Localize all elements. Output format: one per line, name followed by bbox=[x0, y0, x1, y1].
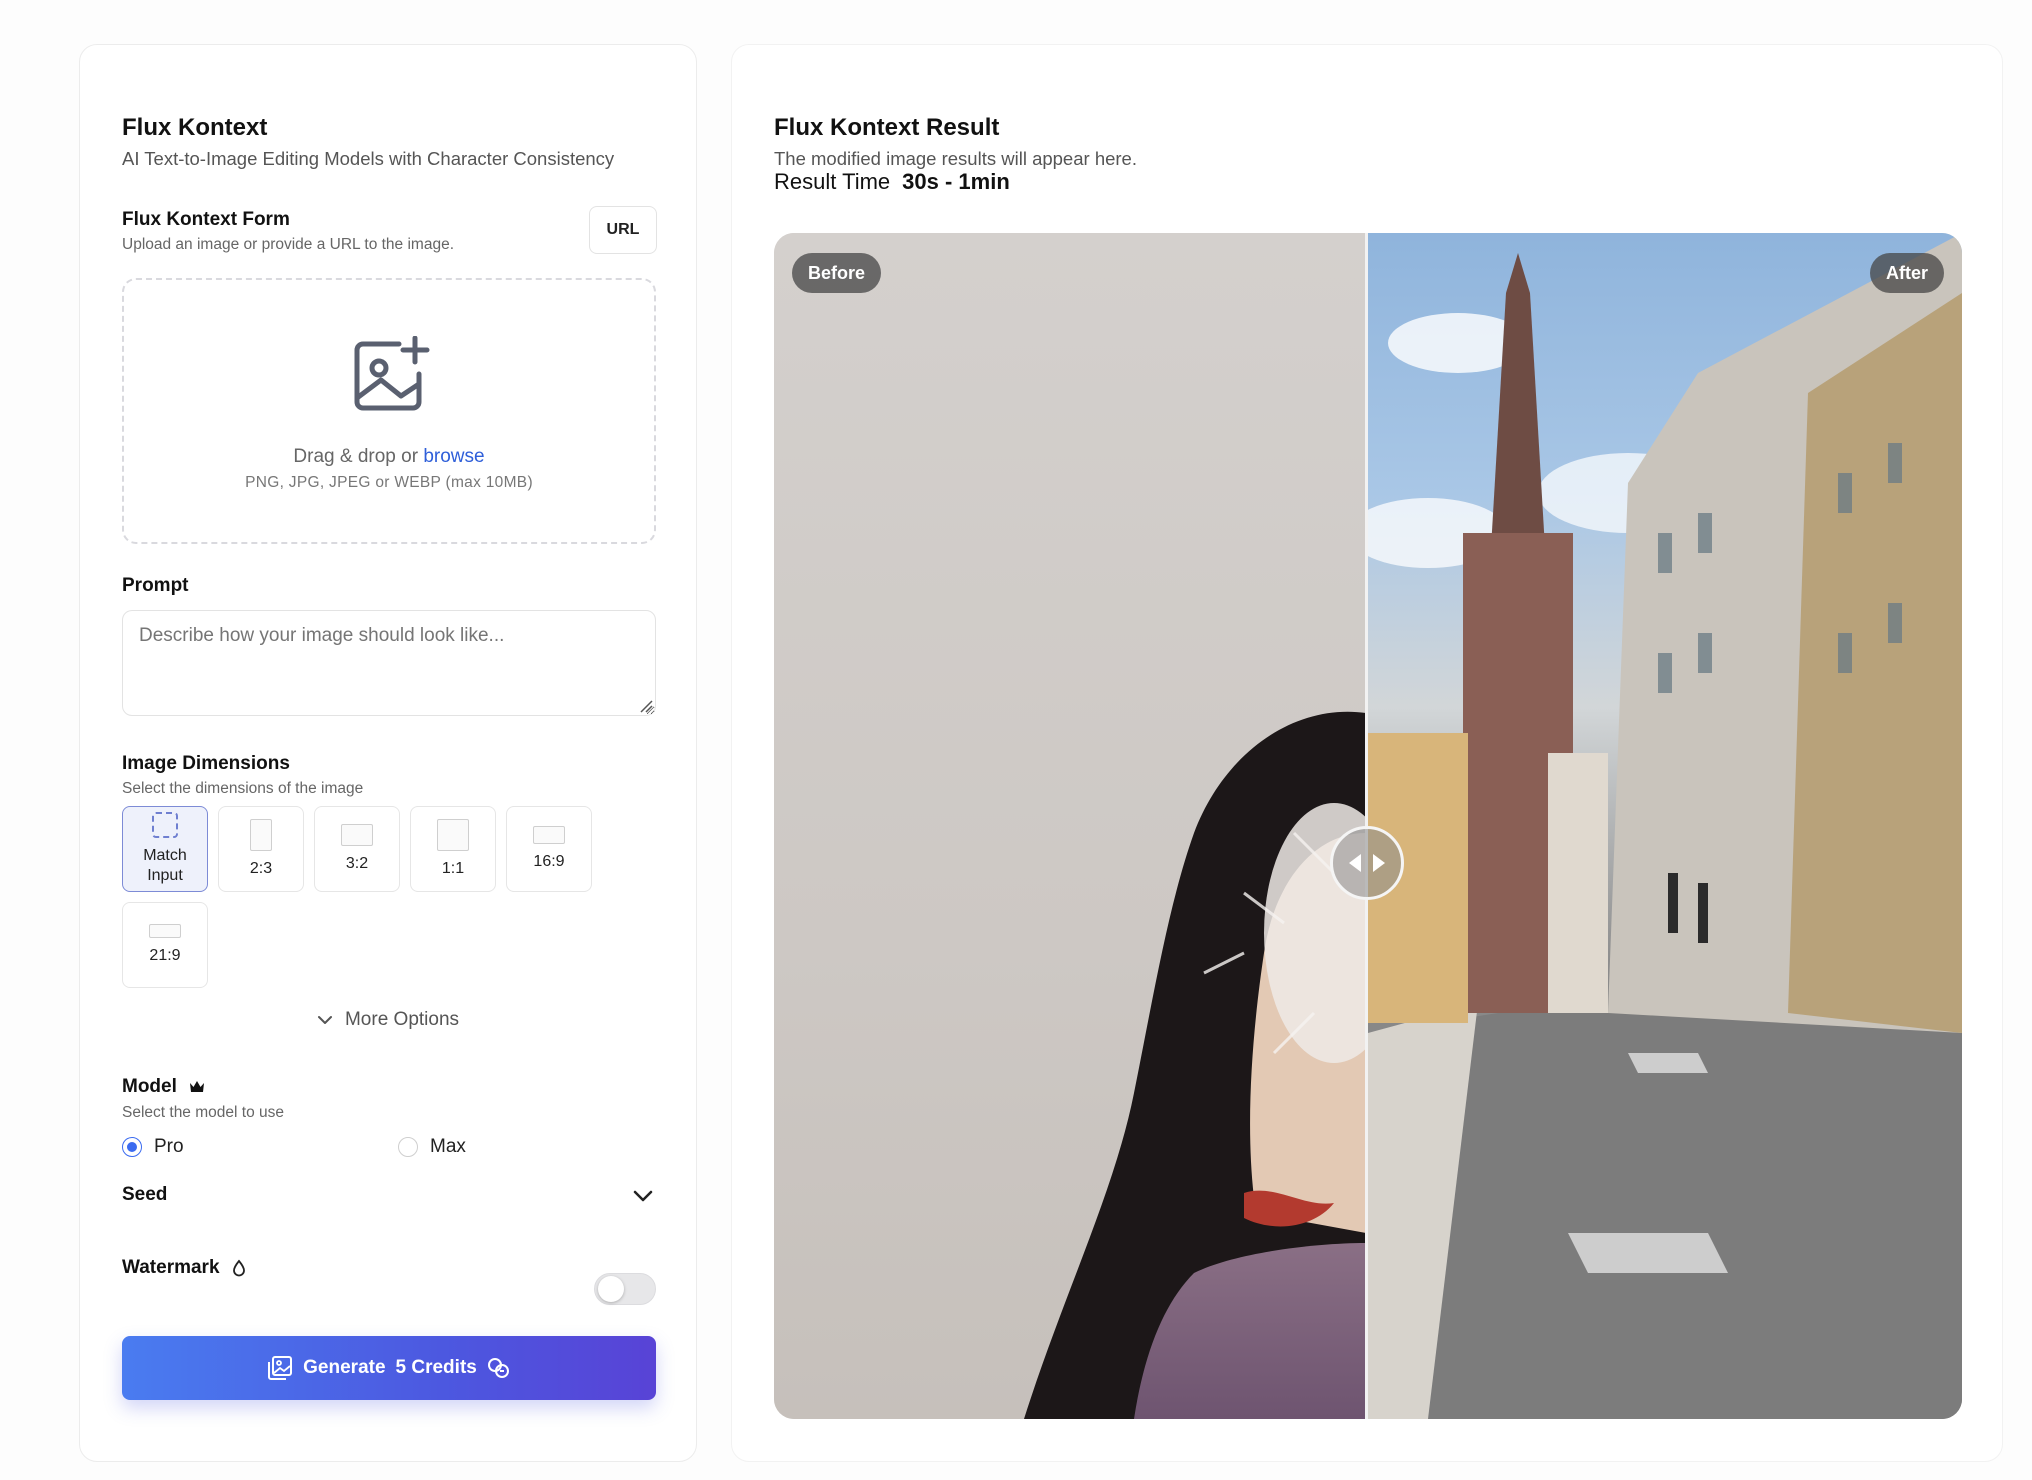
ratio-1-1-icon bbox=[437, 819, 469, 851]
dimension-option-label: 21:9 bbox=[149, 947, 181, 964]
before-image bbox=[774, 233, 1404, 1419]
dropzone-text: Drag & drop or browse bbox=[124, 446, 654, 468]
model-radio-pro[interactable] bbox=[122, 1137, 142, 1157]
model-radio-max[interactable] bbox=[398, 1137, 418, 1157]
prompt-input[interactable] bbox=[122, 610, 656, 716]
ratio-16-9-icon bbox=[533, 826, 565, 844]
image-plus-icon bbox=[354, 336, 430, 411]
resize-handle-icon[interactable] bbox=[639, 699, 653, 713]
dimension-option-label: Match Input bbox=[143, 846, 187, 886]
match-input-icon bbox=[152, 812, 178, 838]
street-scene-illustration bbox=[1348, 233, 1962, 1419]
dimensions-label: Image Dimensions bbox=[122, 753, 290, 774]
watermark-label-row: Watermark bbox=[122, 1257, 246, 1279]
more-options-toggle[interactable]: More Options bbox=[80, 1009, 696, 1031]
model-label: Model bbox=[122, 1076, 177, 1097]
dimension-option-label: 2:3 bbox=[249, 860, 273, 877]
dropzone-formats: PNG, JPG, JPEG or WEBP (max 10MB) bbox=[245, 474, 533, 491]
after-image bbox=[1348, 233, 1962, 1419]
result-panel-title: Flux Kontext Result bbox=[774, 114, 1000, 141]
dimension-option-label: 3:2 bbox=[345, 855, 369, 872]
match-input-line2: Input bbox=[147, 867, 183, 884]
result-panel: Flux Kontext Result The modified image r… bbox=[731, 44, 2003, 1462]
match-input-line1: Match bbox=[143, 847, 187, 864]
before-after-compare[interactable]: Before After bbox=[774, 233, 1962, 1419]
gallery-icon bbox=[268, 1356, 293, 1380]
form-panel-title: Flux Kontext bbox=[122, 114, 268, 141]
result-time-value: 30s - 1min bbox=[902, 169, 1010, 194]
drop-icon bbox=[232, 1259, 245, 1277]
model-option-pro-label: Pro bbox=[154, 1136, 184, 1157]
arrows-left-right-icon bbox=[1349, 854, 1385, 872]
seed-chevron-down-icon[interactable] bbox=[633, 1190, 653, 1202]
dimension-option-label: 1:1 bbox=[441, 860, 465, 877]
dimension-option-16-9[interactable]: 16:9 bbox=[506, 806, 592, 892]
dimensions-hint: Select the dimensions of the image bbox=[122, 780, 364, 797]
browse-link[interactable]: browse bbox=[423, 446, 484, 467]
ratio-3-2-icon bbox=[341, 824, 373, 846]
prompt-label: Prompt bbox=[122, 575, 189, 596]
generate-label: Generate bbox=[303, 1357, 386, 1378]
drag-drop-label: Drag & drop or bbox=[293, 446, 419, 467]
dimension-option-1-1[interactable]: 1:1 bbox=[410, 806, 496, 892]
dimension-option-3-2[interactable]: 3:2 bbox=[314, 806, 400, 892]
model-hint: Select the model to use bbox=[122, 1104, 284, 1121]
compare-slider-handle[interactable] bbox=[1330, 826, 1404, 900]
form-hint: Upload an image or provide a URL to the … bbox=[122, 236, 455, 253]
ratio-2-3-icon bbox=[250, 819, 272, 851]
before-badge: Before bbox=[792, 253, 882, 293]
form-label: Flux Kontext Form bbox=[122, 209, 290, 230]
ratio-21-9-icon bbox=[149, 924, 181, 938]
result-time-row: Result Time 30s - 1min bbox=[774, 169, 1010, 195]
dimension-option-match-input[interactable]: Match Input bbox=[122, 806, 208, 892]
portrait-illustration bbox=[1024, 711, 1404, 1419]
coins-icon bbox=[487, 1358, 509, 1378]
form-panel-subtitle: AI Text-to-Image Editing Models with Cha… bbox=[122, 148, 615, 169]
dimension-option-label: 16:9 bbox=[533, 853, 565, 870]
image-dropzone[interactable]: Drag & drop or browse PNG, JPG, JPEG or … bbox=[122, 278, 656, 544]
result-time-label: Result Time bbox=[774, 169, 891, 194]
generate-button[interactable]: Generate 5 Credits bbox=[122, 1336, 656, 1400]
dimension-option-2-3[interactable]: 2:3 bbox=[218, 806, 304, 892]
url-button[interactable]: URL bbox=[589, 206, 657, 254]
generate-credits: 5 Credits bbox=[395, 1357, 477, 1378]
result-panel-subtitle: The modified image results will appear h… bbox=[774, 148, 1137, 169]
watermark-toggle[interactable] bbox=[594, 1273, 656, 1305]
dimension-option-21-9[interactable]: 21:9 bbox=[122, 902, 208, 988]
crown-icon bbox=[189, 1081, 204, 1092]
seed-label: Seed bbox=[122, 1184, 168, 1205]
form-panel: Flux Kontext AI Text-to-Image Editing Mo… bbox=[79, 44, 697, 1462]
after-badge: After bbox=[1869, 253, 1944, 293]
more-options-label: More Options bbox=[344, 1009, 460, 1030]
watermark-label: Watermark bbox=[122, 1257, 220, 1278]
model-option-max-label: Max bbox=[430, 1136, 466, 1157]
chevron-down-icon bbox=[317, 1016, 332, 1024]
model-label-row: Model bbox=[122, 1076, 205, 1098]
